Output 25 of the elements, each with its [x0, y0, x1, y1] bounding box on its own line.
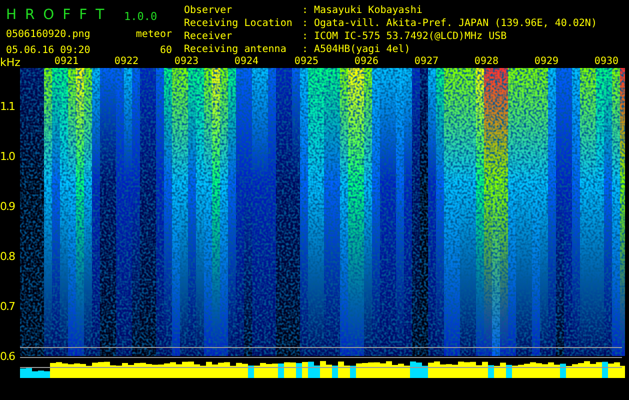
info-value: Masayuki Kobayashi [314, 4, 424, 17]
colon-separator: : [302, 43, 310, 56]
app-title: H R O F F T [6, 7, 108, 24]
version-label: 1.0.0 [124, 10, 158, 24]
axis-label: 1.0 [0, 150, 16, 165]
colon-separator: : [302, 17, 310, 30]
timestamp-label: 05.06.16 09:20 [6, 45, 92, 56]
info-value: A504HB(yagi 4el) [314, 43, 412, 56]
info-label: Receiving Location [184, 17, 294, 30]
filename-label: 0506160920.png [6, 28, 92, 40]
axis-unit: kHz [0, 56, 20, 71]
info-label: Observer [184, 4, 234, 17]
axis-label: 0.6 [0, 350, 16, 365]
axis-label: 0.7 [0, 300, 16, 315]
axis-label: 0.9 [0, 200, 16, 215]
info-label: Receiver [184, 30, 234, 43]
mode-label: meteor [134, 28, 173, 40]
colon-separator: : [302, 30, 310, 43]
axis-label: 0.8 [0, 250, 16, 265]
colon-separator: : [302, 4, 310, 17]
info-label: Receiving antenna [184, 43, 288, 56]
info-value: Ogata-vill. Akita-Pref. JAPAN (139.96E, 40.02N) [314, 17, 597, 30]
axis-label: 1.1 [0, 100, 16, 115]
count-label: 60 [158, 45, 173, 56]
info-value: ICOM IC-575 53.7492(@LCD)MHz USB [314, 30, 508, 43]
